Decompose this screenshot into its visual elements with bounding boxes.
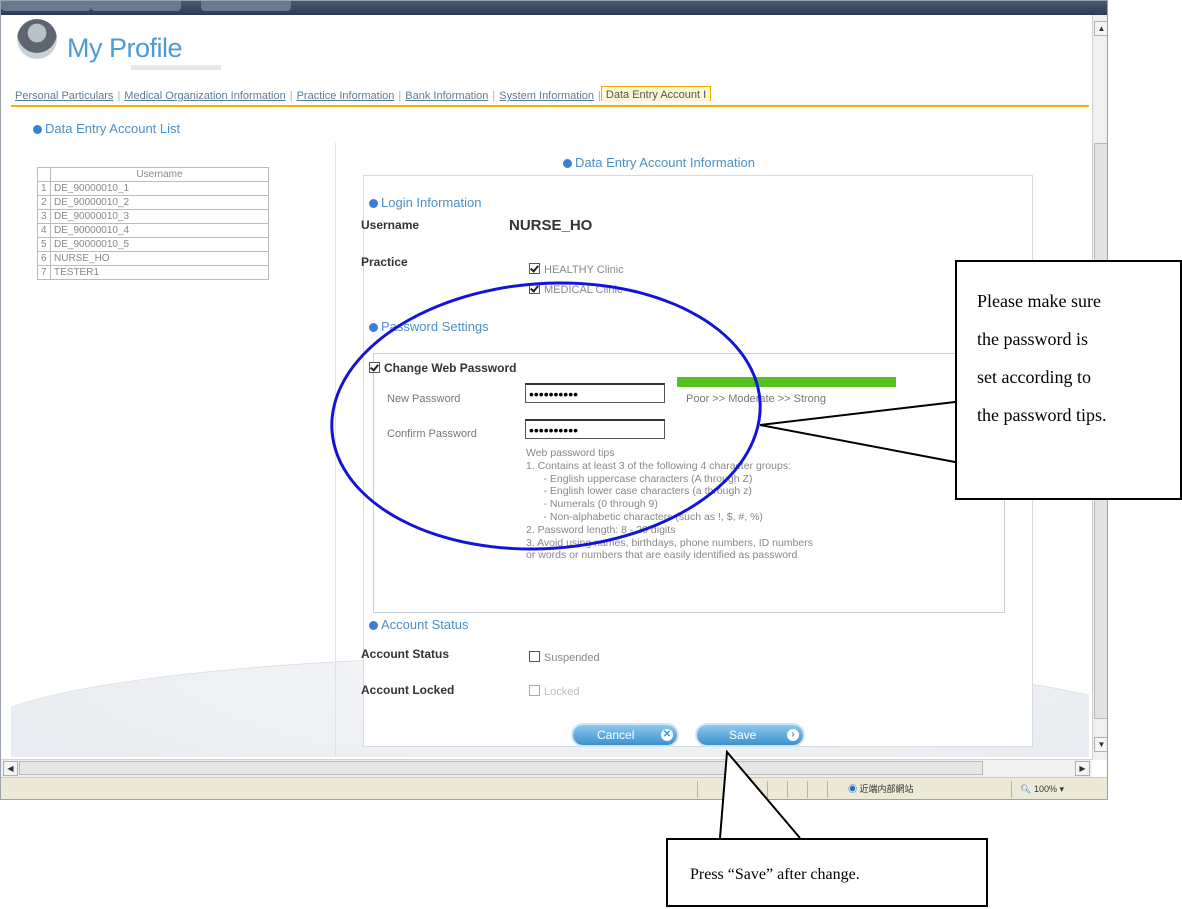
profile-avatar-icon bbox=[17, 19, 57, 59]
password-tips-callout: Please make sure the password is set acc… bbox=[955, 260, 1182, 500]
tab-personal-particulars[interactable]: Personal Particulars bbox=[11, 88, 117, 102]
security-zone: ◉ 近端内部網站 bbox=[827, 781, 949, 798]
bullet-icon bbox=[369, 199, 378, 208]
table-row[interactable]: 7 TESTER1 bbox=[37, 265, 269, 280]
account-username[interactable]: TESTER1 bbox=[50, 265, 269, 280]
bullet-icon bbox=[563, 159, 572, 168]
account-status-heading: Account Status bbox=[369, 617, 468, 632]
checkbox-unchecked-icon[interactable] bbox=[529, 651, 540, 662]
column-header-username: Username bbox=[50, 167, 269, 182]
browser-tab-stub[interactable] bbox=[1, 1, 91, 11]
checkbox-disabled-icon[interactable] bbox=[529, 685, 540, 696]
locked-checkbox[interactable]: Locked bbox=[529, 685, 579, 698]
zoom-icon: 🔍︎ bbox=[1020, 784, 1034, 794]
account-username[interactable]: DE_90000010_4 bbox=[50, 223, 269, 238]
tab-bank-information[interactable]: Bank Information bbox=[401, 88, 492, 102]
title-underline bbox=[131, 65, 221, 70]
table-row[interactable]: 5 DE_90000010_5 bbox=[37, 237, 269, 252]
scroll-up-icon[interactable]: ▲ bbox=[1094, 21, 1107, 36]
account-list-heading: Data Entry Account List bbox=[33, 121, 180, 136]
account-username[interactable]: DE_90000010_1 bbox=[50, 181, 269, 196]
horizontal-scrollbar[interactable]: ◀ ▶ bbox=[1, 759, 1092, 777]
bullet-icon bbox=[33, 125, 42, 134]
practice-checkbox-healthy[interactable]: HEALTHY Clinic bbox=[529, 263, 624, 276]
table-row[interactable]: 1 DE_90000010_1 bbox=[37, 181, 269, 196]
tab-bar: Personal Particulars | Medical Organizatio… bbox=[11, 86, 1089, 107]
account-locked-label: Account Locked bbox=[361, 683, 455, 697]
bullet-icon bbox=[369, 323, 378, 332]
scroll-left-icon[interactable]: ◀ bbox=[3, 761, 18, 776]
tab-system-information[interactable]: System Information bbox=[495, 88, 598, 102]
scroll-down-icon[interactable]: ▼ bbox=[1094, 737, 1107, 752]
horizontal-scroll-thumb[interactable] bbox=[19, 761, 983, 775]
save-button[interactable]: Save › bbox=[697, 725, 803, 745]
table-row[interactable]: 6 NURSE_HO bbox=[37, 251, 269, 266]
browser-tab-stub[interactable] bbox=[91, 1, 181, 11]
tab-practice-information[interactable]: Practice Information bbox=[293, 88, 399, 102]
save-callout: Press “Save” after change. bbox=[666, 838, 988, 907]
status-bar: ◉ 近端内部網站 🔍︎ 100% ▾ bbox=[1, 777, 1107, 799]
chevron-down-icon: ▾ bbox=[1059, 784, 1065, 794]
page-title: My Profile bbox=[67, 33, 183, 63]
globe-icon: ◉ bbox=[848, 784, 860, 794]
zoom-level[interactable]: 🔍︎ 100% ▾ bbox=[1011, 781, 1101, 798]
browser-top-strip bbox=[1, 1, 1107, 15]
tab-medical-organization[interactable]: Medical Organization Information bbox=[120, 88, 289, 102]
table-row[interactable]: 3 DE_90000010_3 bbox=[37, 209, 269, 224]
account-status-label: Account Status bbox=[361, 647, 450, 661]
account-username[interactable]: DE_90000010_5 bbox=[50, 237, 269, 252]
table-row[interactable]: 2 DE_90000010_2 bbox=[37, 195, 269, 210]
username-label: Username bbox=[361, 218, 420, 232]
practice-label: Practice bbox=[361, 255, 408, 269]
suspended-checkbox[interactable]: Suspended bbox=[529, 651, 600, 664]
account-list-table: Username 1 DE_90000010_1 2 DE_90000010_2 3… bbox=[37, 167, 269, 280]
login-section-heading: Login Information bbox=[369, 195, 481, 210]
checkbox-checked-icon[interactable] bbox=[529, 263, 540, 274]
tab-data-entry-account[interactable]: Data Entry Account I bbox=[600, 86, 712, 101]
account-info-heading: Data Entry Account Information bbox=[563, 155, 755, 170]
bullet-icon bbox=[369, 621, 378, 630]
table-header-row: Username bbox=[37, 167, 269, 182]
close-icon: ✕ bbox=[661, 729, 673, 741]
username-value: NURSE_HO bbox=[509, 217, 593, 234]
account-username[interactable]: DE_90000010_3 bbox=[50, 209, 269, 224]
table-row[interactable]: 4 DE_90000010_4 bbox=[37, 223, 269, 238]
account-username[interactable]: NURSE_HO bbox=[50, 251, 269, 266]
account-username[interactable]: DE_90000010_2 bbox=[50, 195, 269, 210]
arrow-right-icon: › bbox=[787, 729, 799, 741]
browser-tab-stub[interactable] bbox=[201, 1, 291, 11]
scroll-right-icon[interactable]: ▶ bbox=[1075, 761, 1090, 776]
cancel-button[interactable]: Cancel ✕ bbox=[573, 725, 677, 745]
